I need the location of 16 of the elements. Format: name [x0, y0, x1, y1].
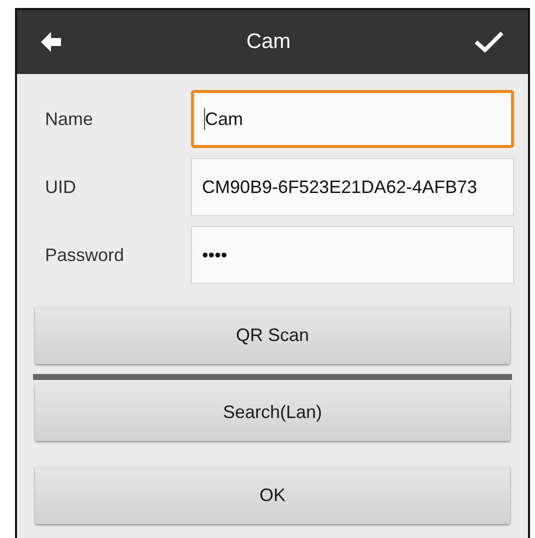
field-value: Cam: [205, 108, 244, 130]
action-button[interactable]: OK: [35, 466, 510, 524]
action-button[interactable]: Search(Lan): [35, 383, 510, 441]
input-field[interactable]: ••••: [191, 226, 514, 284]
action-button[interactable]: QR Scan: [35, 306, 510, 364]
field-label: UID: [44, 176, 77, 198]
check-icon[interactable]: [474, 31, 504, 53]
header-title: Cam: [246, 29, 291, 56]
text-cursor: [204, 108, 205, 130]
field-value: ••••: [202, 244, 228, 266]
field-label: Name: [44, 108, 94, 130]
back-arrow-icon[interactable]: [41, 32, 63, 52]
field-value: CM90B9-6F523E21DA62-4AFB73: [202, 176, 478, 198]
field-label: Password: [44, 244, 126, 266]
input-field[interactable]: CM90B9-6F523E21DA62-4AFB73: [191, 158, 514, 216]
input-field[interactable]: Cam: [191, 90, 514, 148]
